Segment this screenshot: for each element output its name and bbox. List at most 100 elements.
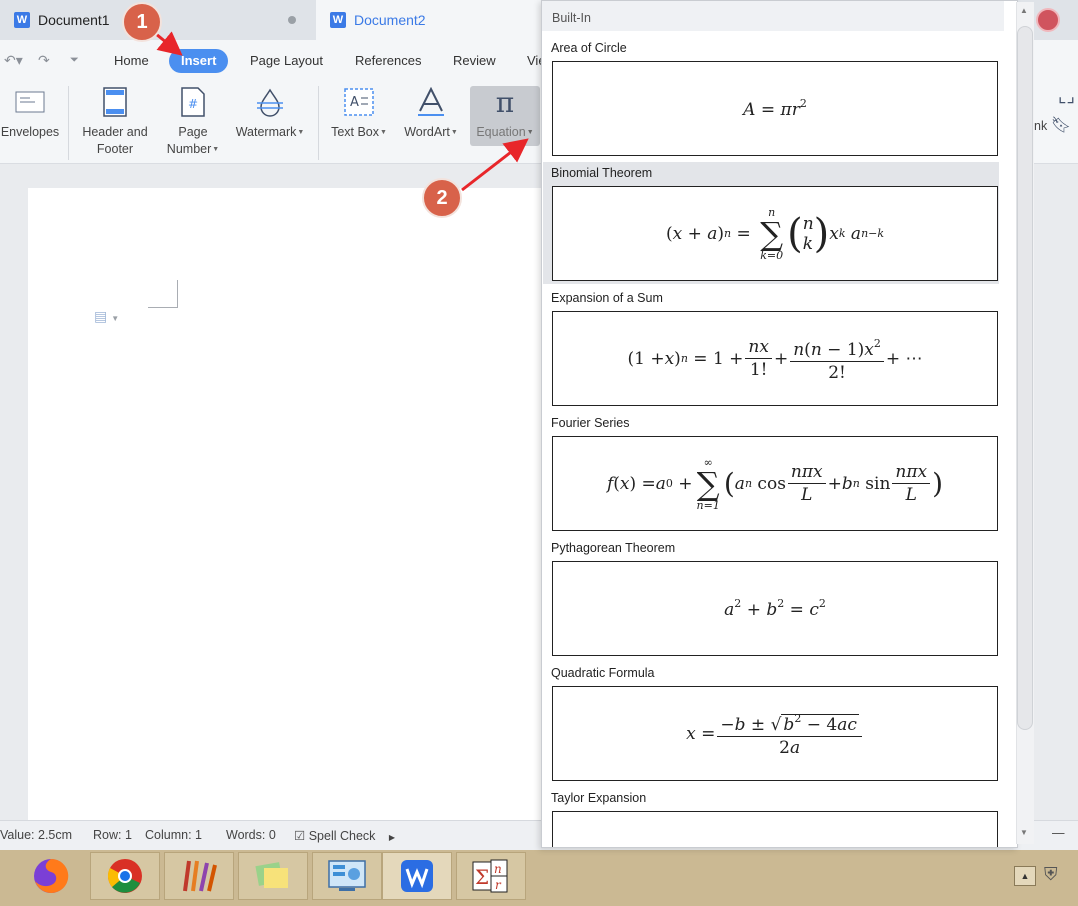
equation-preview: f(x) = a0 + ∞ ∑ n=1 (a n cos nπx L + bn sin n…: [552, 436, 998, 531]
equation-button[interactable]: π Equation▼: [470, 86, 540, 146]
link-label-partial: nk: [1034, 119, 1048, 133]
equation-preview: (x + a) n = n ∑ k=0 (n k) xk a n−k: [552, 186, 998, 281]
equation-title: Area of Circle: [551, 41, 627, 55]
security-shield-icon[interactable]: ⛨: [1044, 864, 1058, 885]
menu-review[interactable]: Review: [441, 49, 508, 73]
equation-item-binomial-theorem[interactable]: Binomial Theorem (x + a) n = n ∑ k=0 (n k) x…: [543, 162, 999, 284]
scrollbar-thumb[interactable]: [1017, 26, 1033, 730]
equation-preview: a2 + b2 = c2: [552, 561, 998, 656]
tab-document2-label: Document2: [354, 12, 426, 28]
svg-text:n: n: [494, 862, 502, 876]
header-footer-button[interactable]: Header and Footer: [76, 86, 154, 158]
chrome-icon[interactable]: [90, 852, 160, 900]
chevron-up-icon: ▲: [1020, 871, 1030, 881]
paragraph-icon[interactable]: ▤ ▼: [94, 308, 119, 325]
equation-title: Fourier Series: [551, 416, 630, 430]
bookmark-icon: 🔖︎: [1050, 117, 1071, 134]
equation-gallery: Built-In Area of Circle A = πr2 Binomial…: [541, 0, 1018, 848]
text-box-button[interactable]: A Text Box▼: [326, 86, 392, 141]
equation-item-pythagorean-theorem[interactable]: Pythagorean Theorem a2 + b2 = c2: [543, 537, 999, 659]
equation-title: Pythagorean Theorem: [551, 541, 676, 555]
status-column: Column: 1: [145, 828, 202, 842]
wps-writer-icon: W: [14, 12, 30, 28]
equation-item-quadratic-formula[interactable]: Quadratic Formula x = −b ± √ b2 − 4ac 2a: [543, 662, 999, 784]
spell-check-button[interactable]: ☑ Spell Check ▶: [294, 828, 395, 843]
undo-icon[interactable]: ↶▾: [4, 52, 23, 69]
math-type-icon[interactable]: Σnr: [456, 852, 526, 900]
spell-check-icon: ☑: [294, 829, 306, 843]
customize-toolbar-icon[interactable]: ⏷: [70, 54, 79, 67]
equation-label: Equation: [476, 125, 526, 139]
equation-title: Taylor Expansion: [551, 791, 647, 805]
ribbon-divider: [68, 86, 69, 160]
step-1-badge: 1: [122, 2, 162, 42]
envelopes-button[interactable]: Envelopes: [0, 86, 60, 141]
chevron-right-icon: ▶: [388, 833, 396, 842]
watermark-button[interactable]: Watermark▼: [230, 86, 310, 141]
dropdown-caret-icon: ▼: [380, 129, 387, 136]
scroll-down-icon[interactable]: ▼: [1020, 828, 1028, 837]
equation-title: Quadratic Formula: [551, 666, 655, 680]
user-avatar[interactable]: [1036, 8, 1060, 32]
unsaved-dot-icon: [288, 16, 296, 24]
menu-page-layout[interactable]: Page Layout: [238, 49, 335, 73]
dropdown-caret-icon: ▼: [212, 146, 220, 153]
dropdown-caret-icon: ▼: [526, 129, 534, 136]
wordart-button[interactable]: WordArt▼: [398, 86, 464, 141]
document-page[interactable]: [28, 188, 548, 828]
status-words: Words: 0: [226, 828, 276, 842]
menu-references[interactable]: References: [343, 49, 433, 73]
tab-document1-label: Document1: [38, 12, 110, 28]
dropdown-caret-icon: ▼: [450, 129, 458, 136]
page-number-icon: #: [178, 86, 208, 118]
tab-document2[interactable]: W Document2: [316, 0, 546, 40]
watermark-icon: [255, 86, 285, 118]
watermark-label: Watermark: [235, 125, 297, 139]
ribbon-divider: [318, 86, 319, 160]
envelopes-label: Envelopes: [0, 125, 60, 139]
text-box-label: Text Box: [331, 125, 379, 139]
equation-item-taylor-expansion[interactable]: Taylor Expansion: [543, 787, 999, 847]
gallery-header: Built-In: [542, 1, 1004, 31]
page-number-label-1: Page: [178, 125, 208, 139]
margin-corner-mark: [148, 280, 178, 308]
wordart-label: WordArt: [404, 125, 450, 139]
scroll-up-icon[interactable]: ▲: [1020, 6, 1028, 15]
equation-preview: (1 + x) n = 1 + nx 1! + n(n − 1)x2 2! + ⋯: [552, 311, 998, 406]
equation-item-fourier-series[interactable]: Fourier Series f(x) = a0 + ∞ ∑ n=1 (a n cos…: [543, 412, 999, 534]
page-number-button[interactable]: # Page Number▼: [160, 86, 226, 158]
menu-home[interactable]: Home: [102, 49, 161, 73]
svg-text:Σ: Σ: [475, 865, 489, 889]
equation-item-expansion-of-a-sum[interactable]: Expansion of a Sum (1 + x) n = 1 + nx 1! + …: [543, 287, 999, 409]
spell-check-label: Spell Check: [308, 829, 376, 843]
wordart-icon: [416, 86, 446, 118]
cross-reference-icon: ⌞⌟: [1058, 86, 1075, 106]
wps-office-icon[interactable]: [382, 852, 452, 900]
equation-preview: x = −b ± √ b2 − 4ac 2a: [552, 686, 998, 781]
sticky-notes-icon[interactable]: [238, 852, 308, 900]
firefox-icon[interactable]: [16, 852, 86, 900]
zoom-out-icon[interactable]: —: [1052, 826, 1065, 840]
svg-text:A: A: [350, 95, 359, 110]
pi-icon: π: [495, 85, 515, 119]
equation-title: Binomial Theorem: [551, 166, 653, 180]
menu-insert[interactable]: Insert: [169, 49, 229, 73]
equation-preview: [552, 811, 998, 847]
page-number-label-2: Number: [166, 142, 212, 156]
ribbon-right-fragment[interactable]: ⌞⌟ nk 🔖︎: [1034, 86, 1075, 135]
header-footer-label-1: Header and: [82, 125, 148, 139]
equation-preview: A = πr2: [552, 61, 998, 156]
control-panel-icon[interactable]: [312, 852, 382, 900]
app-stripes-icon[interactable]: [164, 852, 234, 900]
equation-item-area-of-circle[interactable]: Area of Circle A = πr2: [543, 37, 999, 159]
step-2-badge: 2: [422, 178, 462, 218]
show-hidden-icons-button[interactable]: ▲: [1014, 866, 1036, 886]
wps-writer-icon: W: [330, 12, 346, 28]
equation-title: Expansion of a Sum: [551, 291, 663, 305]
text-box-icon: A: [344, 86, 374, 118]
envelope-icon: [15, 86, 45, 118]
status-value: Value: 2.5cm: [0, 828, 73, 842]
svg-text:#: #: [188, 97, 198, 111]
redo-icon[interactable]: ↷: [38, 52, 50, 69]
header-footer-icon: [100, 86, 130, 118]
